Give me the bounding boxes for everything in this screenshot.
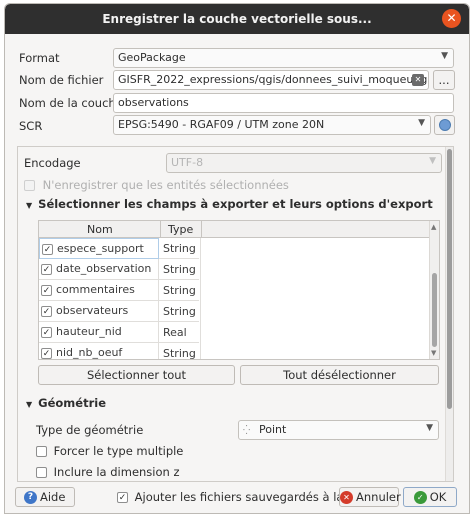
include-z-option[interactable]: Inclure la dimension z	[36, 465, 180, 479]
select-all-button[interactable]: Sélectionner tout	[38, 365, 235, 385]
field-type: String	[161, 238, 201, 259]
format-select[interactable]: GeoPackage ▼	[113, 48, 454, 68]
field-name: commentaires	[56, 283, 135, 296]
crs-value: EPSG:5490 - RGAF09 / UTM zone 20N	[118, 118, 325, 131]
crs-label: SCR	[19, 119, 43, 133]
layer-name-value: observations	[118, 96, 189, 109]
field-name: observateurs	[56, 304, 129, 317]
cancel-label: Annuler	[356, 490, 401, 504]
layer-name-label: Nom de la couche	[19, 96, 123, 110]
chevron-down-icon: ▼	[418, 118, 425, 128]
format-value: GeoPackage	[118, 51, 186, 64]
scroll-up-icon[interactable]: ▲	[431, 223, 436, 231]
crs-select[interactable]: EPSG:5490 - RGAF09 / UTM zone 20N ▼	[113, 115, 431, 135]
point-geometry-icon: ⁛	[243, 426, 251, 436]
field-checkbox[interactable]: ✓	[41, 305, 52, 317]
ok-label: OK	[429, 490, 447, 504]
browse-button[interactable]: ...	[433, 70, 455, 90]
table-row[interactable]: ✓ date_observation String	[39, 259, 201, 280]
include-z-label: Inclure la dimension z	[53, 465, 180, 479]
chevron-down-icon: ▼	[426, 423, 433, 433]
collapse-triangle-icon: ▼	[26, 201, 33, 210]
collapse-triangle-icon: ▼	[26, 400, 33, 409]
chevron-down-icon: ▼	[441, 51, 448, 61]
fields-section-header[interactable]: ▼ Sélectionner les champs à exporter et l…	[26, 197, 433, 211]
format-label: Format	[19, 51, 60, 65]
fields-section-title: Sélectionner les champs à exporter et le…	[38, 197, 433, 211]
globe-icon	[439, 119, 451, 131]
cancel-icon: ✕	[340, 491, 353, 504]
column-header-name[interactable]: Nom	[87, 223, 113, 236]
table-row[interactable]: ✓ hauteur_nid Real	[39, 322, 201, 343]
clear-icon[interactable]: ✕	[412, 74, 424, 86]
field-checkbox[interactable]: ✓	[41, 284, 52, 296]
ok-button[interactable]: ✓ OK	[403, 487, 457, 507]
field-type: String	[161, 301, 201, 322]
field-checkbox[interactable]: ✓	[41, 347, 52, 359]
column-header-type[interactable]: Type	[168, 223, 193, 236]
filename-value: GISFR_2022_expressions/qgis/donnees_suiv…	[118, 73, 429, 86]
field-type: String	[161, 343, 201, 359]
force-multi-option[interactable]: Forcer le type multiple	[36, 444, 183, 458]
encoding-value: UTF-8	[171, 156, 204, 169]
selected-only-checkbox[interactable]	[24, 180, 35, 191]
scrollbar-thumb[interactable]	[432, 273, 437, 347]
fields-table-header: Nom Type	[39, 221, 439, 238]
encoding-select[interactable]: UTF-8 ▼	[166, 153, 442, 173]
include-z-checkbox[interactable]	[36, 467, 47, 478]
table-row[interactable]: ✓ espece_support String	[39, 238, 201, 259]
dialog-title: Enregistrer la couche vectorielle sous..…	[102, 12, 372, 26]
field-name: hauteur_nid	[56, 325, 122, 338]
force-multi-label: Forcer le type multiple	[53, 444, 184, 458]
filename-label: Nom de fichier	[19, 73, 104, 87]
field-name: date_observation	[56, 262, 152, 275]
layer-name-input[interactable]: observations	[113, 93, 454, 113]
field-type: Real	[161, 322, 201, 343]
geometry-type-value: Point	[259, 423, 287, 436]
deselect-all-button[interactable]: Tout désélectionner	[240, 365, 439, 385]
geometry-type-label: Type de géométrie	[36, 423, 144, 437]
options-scroll-area[interactable]: Encodage UTF-8 ▼ N'enregistrer que les e…	[17, 146, 454, 482]
ok-icon: ✓	[413, 491, 427, 504]
help-icon: ?	[24, 491, 37, 504]
help-label: Aide	[40, 490, 66, 504]
geometry-section-title: Géométrie	[38, 396, 106, 410]
save-vector-dialog: Enregistrer la couche vectorielle sous..…	[4, 3, 470, 514]
field-name: nid_nb_oeuf	[56, 346, 123, 359]
fields-table[interactable]: Nom Type ✓ espece_support String ✓ date_ob…	[38, 220, 440, 360]
scroll-down-icon[interactable]: ▼	[431, 349, 436, 357]
close-button[interactable]: ✕	[442, 9, 461, 28]
geometry-section-header[interactable]: ▼ Géométrie	[26, 396, 106, 410]
add-to-map-option[interactable]: ✓ Ajouter les fichiers sauvegardés à la …	[117, 490, 377, 504]
close-icon: ✕	[446, 11, 457, 25]
table-row[interactable]: ✓ commentaires String	[39, 280, 201, 301]
filename-input[interactable]: GISFR_2022_expressions/qgis/donnees_suiv…	[113, 70, 429, 90]
force-multi-checkbox[interactable]	[36, 446, 47, 457]
selected-only-label: N'enregistrer que les entités sélectionn…	[42, 178, 289, 192]
title-bar: Enregistrer la couche vectorielle sous..…	[5, 4, 469, 34]
field-checkbox[interactable]: ✓	[41, 326, 52, 338]
field-checkbox[interactable]: ✓	[41, 263, 52, 275]
geometry-type-select[interactable]: ⁛ Point ▼	[238, 420, 439, 440]
field-checkbox[interactable]: ✓	[42, 243, 53, 255]
table-row[interactable]: ✓ observateurs String	[39, 301, 201, 322]
table-row[interactable]: ✓ nid_nb_oeuf String	[39, 343, 201, 359]
cancel-button[interactable]: ✕ Annuler	[339, 487, 401, 507]
field-name: espece_support	[57, 242, 144, 255]
add-to-map-checkbox[interactable]: ✓	[117, 492, 128, 503]
field-type: String	[161, 259, 201, 280]
encoding-label: Encodage	[24, 156, 81, 170]
help-button[interactable]: ? Aide	[15, 487, 75, 507]
fields-table-scrollbar[interactable]: ▲ ▼	[429, 221, 439, 359]
scrollbar-thumb[interactable]	[447, 149, 452, 409]
selected-only-option[interactable]: N'enregistrer que les entités sélectionn…	[24, 178, 289, 192]
field-type: String	[161, 280, 201, 301]
options-scrollbar[interactable]	[445, 147, 453, 481]
chevron-down-icon: ▼	[429, 156, 436, 166]
crs-selector-button[interactable]	[434, 115, 455, 135]
